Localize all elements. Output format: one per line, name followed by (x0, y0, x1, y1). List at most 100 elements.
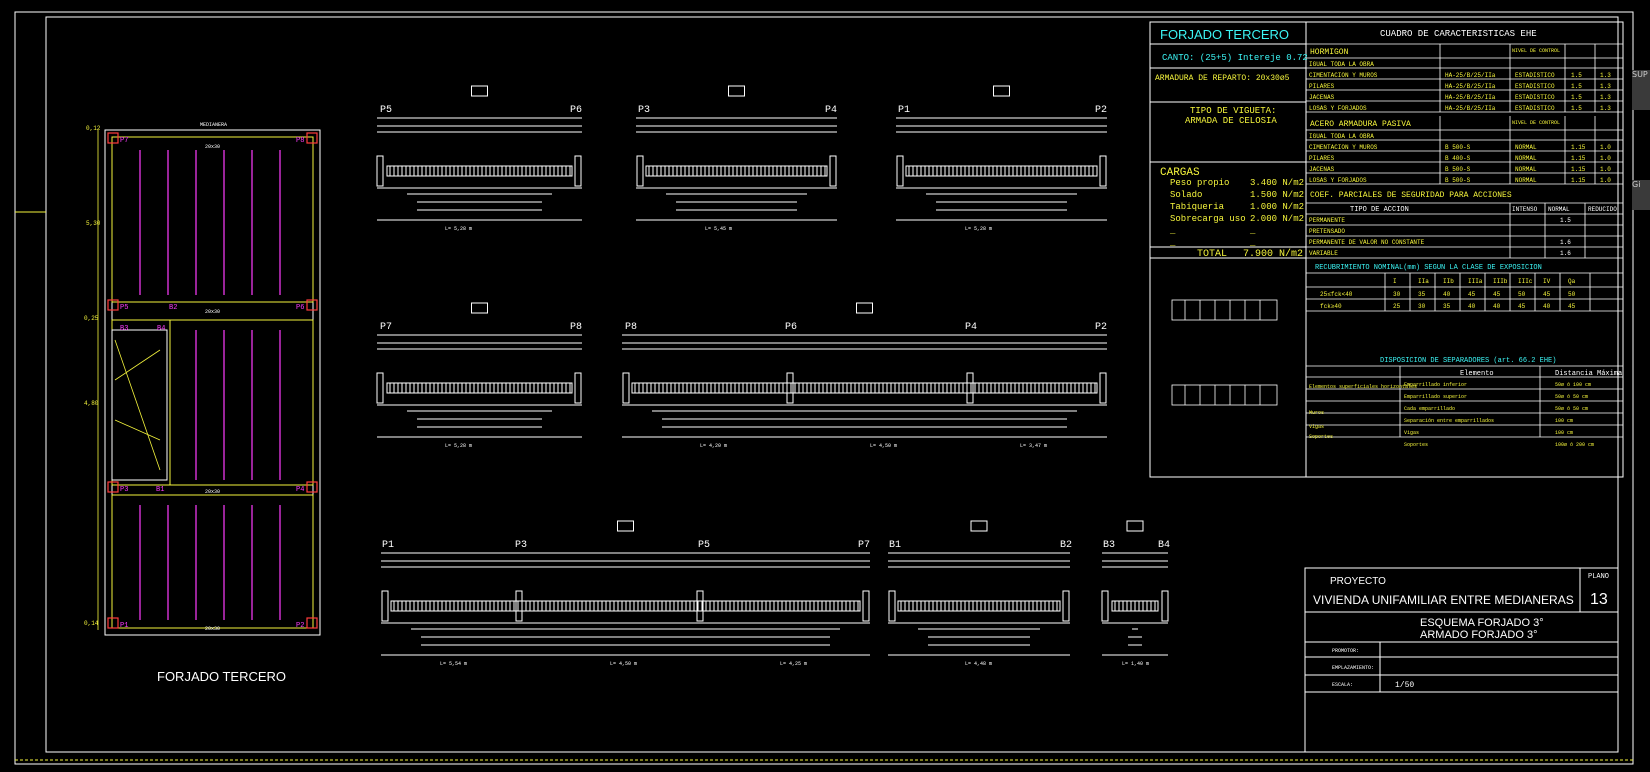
recub-value: 40 (1443, 291, 1451, 298)
length-label: L= 4,20 m (700, 443, 727, 449)
sep-distance: 100 cm (1555, 418, 1573, 424)
length-label: L= 4,48 m (965, 661, 992, 667)
row-value: 1.0 (1600, 166, 1611, 173)
beam-body (386, 382, 573, 394)
row-name: LOSAS Y FORJADOS (1309, 177, 1367, 184)
row-tipo: B 400-S (1445, 155, 1471, 162)
coef-value: 1.6 (1560, 239, 1571, 246)
coef-row: PERMANENTE DE VALOR NO CONSTANTE (1309, 239, 1425, 246)
section-icon (856, 302, 873, 314)
beam-label: 20x30 (205, 489, 220, 495)
row-nivel: NORMAL (1515, 155, 1537, 162)
sep-head: Elemento (1460, 370, 1494, 378)
support (1099, 372, 1107, 404)
length-label: L= 1,40 m (1122, 661, 1149, 667)
pillar-label: P6 (785, 322, 797, 333)
sep-left: Muros (1309, 410, 1324, 416)
row-nivel: ESTADISTICO (1515, 72, 1555, 79)
length-label: L= 4,50 m (610, 661, 637, 667)
support (574, 155, 582, 187)
row-value: 1.0 (1600, 155, 1611, 162)
sep-element: Soportes (1404, 442, 1428, 448)
support (376, 155, 384, 187)
pillar-label: B4 (1158, 540, 1170, 551)
row-nivel: ESTADISTICO (1515, 105, 1555, 112)
row-name: JACENAS (1309, 166, 1335, 173)
carga-value: _ (1249, 238, 1256, 248)
coef-col: REDUCIDO (1588, 206, 1617, 213)
section-icon (617, 520, 634, 532)
pillar-label: P3 (638, 105, 650, 116)
length-label: L= 5,45 m (705, 226, 732, 232)
cuadro-text: IGUAL TODA LA OBRA CIMENTACION Y MUROS HA-… (1309, 48, 1622, 448)
row-tipo: B 500-S (1445, 144, 1471, 151)
plano-label: PLANO (1588, 573, 1609, 581)
total-label: TOTAL (1197, 249, 1227, 260)
beam-elevation: P5 P6 L= 5,28 m (376, 85, 582, 232)
recub-value: 25 (1393, 303, 1401, 310)
pillar-label: P8 (570, 322, 582, 333)
row-value: 1.15 (1571, 155, 1586, 162)
sep-element: Cada emparrillado (1404, 406, 1455, 412)
row-nivel: NORMAL (1515, 166, 1537, 173)
coef-value: 1.6 (1560, 250, 1571, 257)
nivel-control: NIVEL DE CONTROL (1512, 48, 1560, 54)
recub-col: Qa (1568, 278, 1576, 285)
recub-value: 30 (1418, 303, 1426, 310)
recub-value: 45 (1518, 303, 1526, 310)
support (862, 590, 870, 622)
support (1101, 590, 1109, 622)
support (636, 155, 644, 187)
row-value: 1.0 (1600, 144, 1611, 151)
sep-distance: 50ø ó 100 cm (1555, 382, 1591, 388)
length-label: L= 5,28 m (445, 443, 472, 449)
info-panel: FORJADO TERCERO CANTO: (25+5) Intereje 0… (1149, 21, 1624, 478)
coef-row: PERMANENTE (1309, 217, 1345, 224)
carga-name: Solado (1170, 190, 1202, 200)
sep-head: Distancia Máxima (1555, 370, 1622, 378)
side-panel-tab[interactable]: SUP (1632, 70, 1650, 110)
dim-label: 0,12 (86, 125, 101, 132)
pillar-label: P1 (382, 540, 394, 551)
pillar-label: P4 (296, 486, 304, 494)
dim-label: 5,30 (86, 220, 101, 227)
beam-label: 20x30 (205, 626, 220, 632)
support (1062, 590, 1070, 622)
pillar-label: P1 (120, 622, 128, 630)
carga-name: _ (1169, 226, 1176, 236)
pillar-label: P8 (625, 322, 637, 333)
side-panel-tab[interactable]: Gi (1632, 180, 1650, 210)
sep-distance: 100 cm (1555, 430, 1573, 436)
recub-col: IV (1543, 278, 1551, 285)
recub-row: fck≥40 (1320, 303, 1342, 310)
row-value: 1.5 (1571, 72, 1582, 79)
recub-col: IIa (1418, 278, 1429, 285)
section-icon (1126, 520, 1144, 532)
tipo-vigueta-label: TIPO DE VIGUETA: (1190, 106, 1276, 116)
pillar-label: P7 (120, 137, 128, 145)
recub-value: 40 (1493, 303, 1501, 310)
pillar-label: P5 (120, 304, 128, 312)
row-value: 1.15 (1571, 177, 1586, 184)
sheet-title-2: ARMADO FORJADO 3° (1420, 629, 1537, 641)
beam-elevation: P1 P3 P5 P7 L= 5,54 m L= 4,50 m L= 4,25 m (381, 520, 870, 667)
row-nivel: ESTADISTICO (1515, 83, 1555, 90)
support (376, 372, 384, 404)
pillar-label: P7 (380, 322, 392, 333)
pillar-label: P8 (296, 137, 304, 145)
length-label: L= 5,28 m (965, 226, 992, 232)
beam-elevation: B3 B4 L= 1,40 m (1101, 520, 1170, 667)
coef-col: NORMAL (1548, 206, 1570, 213)
tipo-vigueta-value: ARMADA DE CELOSIA (1185, 116, 1277, 126)
recub-value: 45 (1493, 291, 1501, 298)
cuadro-title: CUADRO DE CARACTERISTICAS EHE (1380, 29, 1537, 39)
pillar-label: P2 (296, 622, 304, 630)
length-label: L= 3,47 m (1020, 443, 1047, 449)
floor-plan: P7 P8 P5 P6 B3 B4 P3 P4 P1 P2 B2 B1 MEDI… (84, 122, 321, 684)
beam-label: 20x30 (205, 309, 220, 315)
sep-element: Vigas (1404, 430, 1419, 436)
row-name: IGUAL TODA LA OBRA (1309, 133, 1374, 140)
row-name: IGUAL TODA LA OBRA (1309, 61, 1374, 68)
recub-title: RECUBRIMIENTO NOMINAL(mm) SEGUN LA CLASE… (1315, 264, 1542, 272)
recub-value: 50 (1568, 291, 1576, 298)
